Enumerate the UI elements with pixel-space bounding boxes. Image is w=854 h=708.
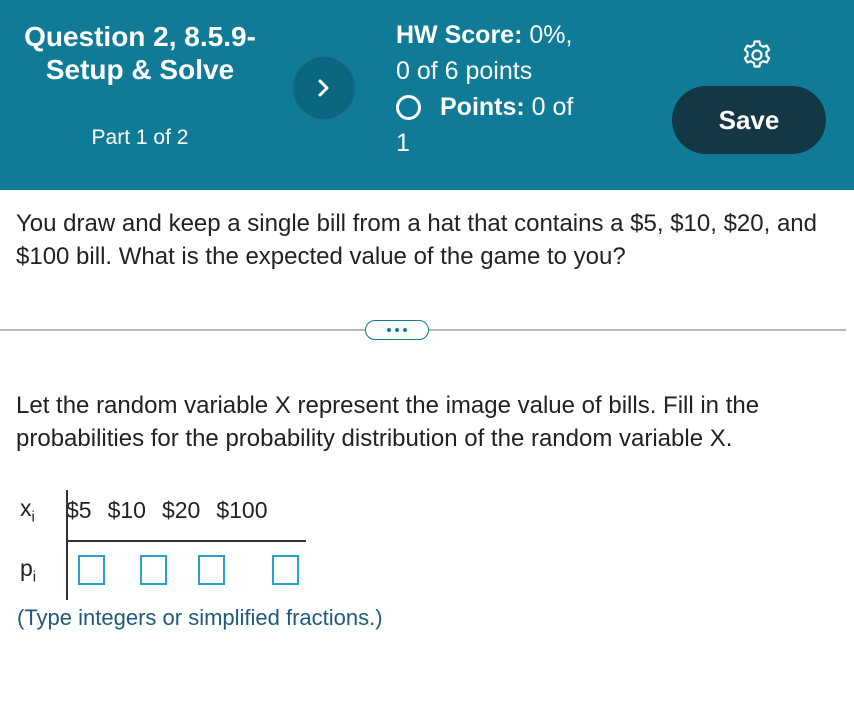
gear-icon[interactable] xyxy=(741,39,773,71)
chevron-right-icon xyxy=(318,79,329,97)
answer-format-hint: (Type integers or simplified fractions.) xyxy=(17,605,383,630)
ellipsis-icon-dot xyxy=(395,328,399,332)
points-status-circle-icon xyxy=(396,94,421,120)
ellipsis-icon-dot xyxy=(387,328,391,332)
probability-input[interactable] xyxy=(78,555,105,585)
x-value-cell: $100 xyxy=(216,496,268,523)
x-value-cell: $10 xyxy=(107,496,146,523)
hw-score-label: HW Score: xyxy=(396,21,523,49)
show-more-button[interactable] xyxy=(365,320,429,340)
part-instructions: Let the random variable X represent the … xyxy=(16,392,760,452)
question-part: Part 1 of 2 xyxy=(91,126,189,149)
hw-score-points: 0 of 6 points xyxy=(396,57,533,85)
x-value-cell: $20 xyxy=(161,496,201,523)
question-title: Question 2, 8.5.9-Setup & Solve xyxy=(24,21,256,85)
probability-input[interactable] xyxy=(272,555,299,585)
next-question-button[interactable] xyxy=(293,57,355,119)
question-header: Question 2, 8.5.9-Setup & Solve Part 1 o… xyxy=(0,0,854,190)
probability-input[interactable] xyxy=(140,555,167,585)
x-values-row: xi $5 $10 $20 $100 xyxy=(20,490,284,530)
hw-score-value: 0%, xyxy=(529,21,573,49)
p-values-row: pi xyxy=(20,550,299,590)
x-value-cell: $5 xyxy=(66,496,92,523)
question-text: You draw and keep a single bill from a h… xyxy=(16,210,817,270)
score-panel: HW Score: 0%, 0 of 6 points Points: 0 of… xyxy=(396,17,656,161)
probability-input[interactable] xyxy=(198,555,225,585)
points-value: 0 of xyxy=(531,93,574,121)
save-button[interactable]: Save xyxy=(672,86,826,154)
ellipsis-icon-dot xyxy=(403,328,407,332)
x-variable-label: xi xyxy=(20,494,35,526)
p-variable-label: pi xyxy=(20,554,37,586)
table-vertical-rule xyxy=(66,490,68,600)
points-total: 1 xyxy=(396,129,410,157)
table-horizontal-rule xyxy=(66,540,306,542)
points-label: Points: xyxy=(440,93,525,121)
